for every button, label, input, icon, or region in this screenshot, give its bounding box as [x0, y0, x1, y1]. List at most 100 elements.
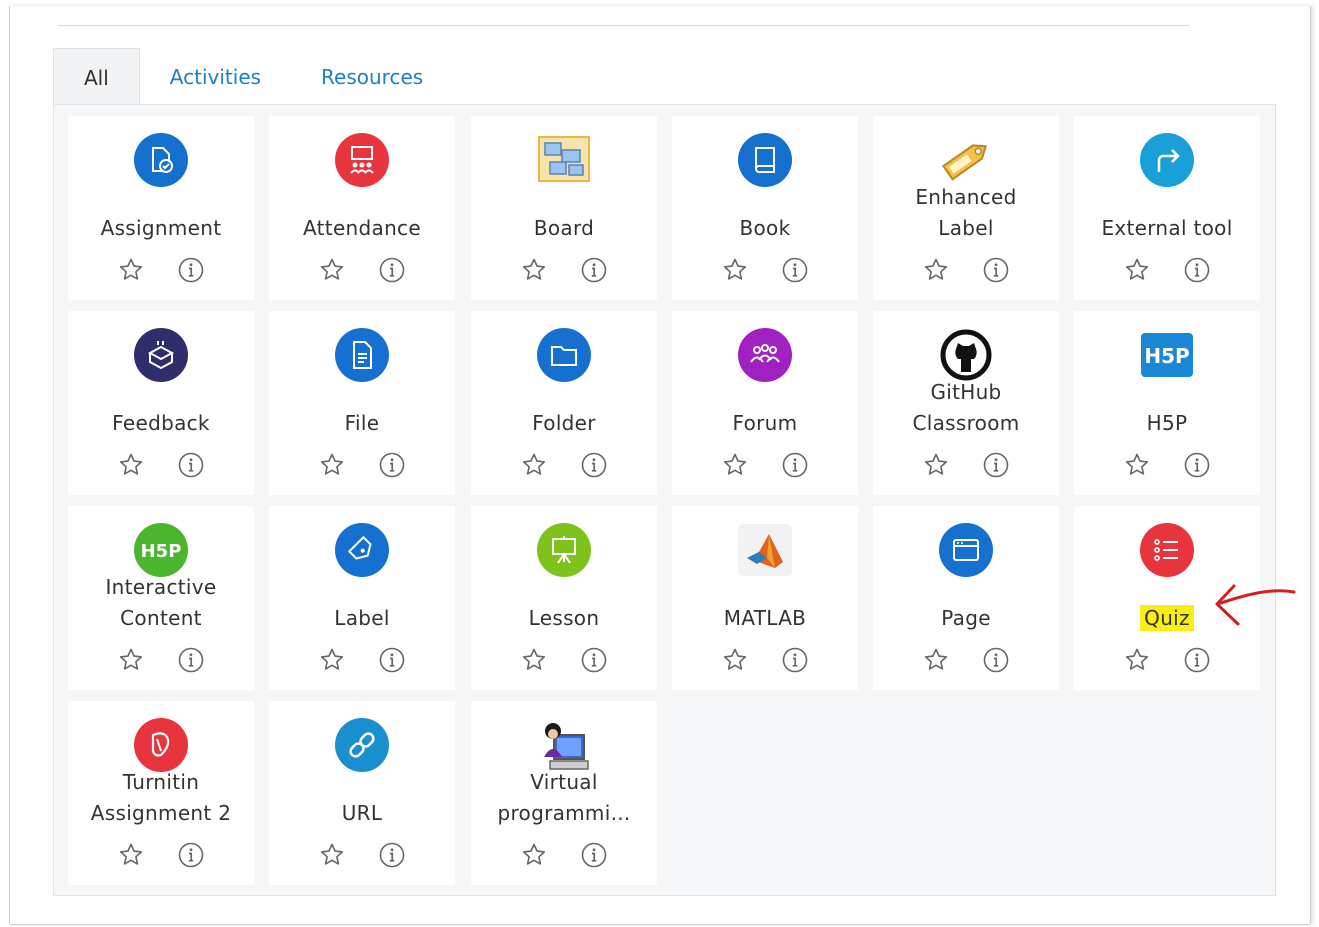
star-icon[interactable]: [521, 257, 547, 283]
activity-card[interactable]: Virtual programmi...: [471, 701, 657, 885]
star-icon[interactable]: [521, 647, 547, 673]
activity-card[interactable]: Board: [471, 116, 657, 300]
activity-card[interactable]: Folder: [471, 311, 657, 495]
info-icon[interactable]: [581, 257, 607, 283]
star-icon[interactable]: [923, 647, 949, 673]
activity-name-line1: Quiz: [1140, 605, 1194, 631]
activity-name-line1: Label: [334, 606, 390, 630]
activity-name-line2: Content: [120, 606, 202, 630]
tab-all[interactable]: All: [53, 48, 140, 105]
activity-card[interactable]: URL: [269, 701, 455, 885]
info-icon[interactable]: [782, 647, 808, 673]
info-icon[interactable]: [178, 647, 204, 673]
activity-card[interactable]: H5P H5P: [1074, 311, 1260, 495]
github-icon: [938, 327, 994, 383]
activity-card[interactable]: Page: [873, 506, 1059, 690]
info-icon[interactable]: [1184, 647, 1210, 673]
info-icon[interactable]: [178, 452, 204, 478]
card-actions: [269, 257, 455, 283]
enhanced-label-icon: [938, 132, 994, 188]
card-actions: [672, 647, 858, 673]
star-icon[interactable]: [722, 257, 748, 283]
card-actions: [471, 452, 657, 478]
info-icon[interactable]: [379, 842, 405, 868]
info-icon[interactable]: [581, 842, 607, 868]
activity-name: Folder: [471, 408, 657, 439]
info-icon[interactable]: [379, 647, 405, 673]
star-icon[interactable]: [1124, 452, 1150, 478]
card-actions: [1074, 257, 1260, 283]
star-icon[interactable]: [521, 452, 547, 478]
star-icon[interactable]: [118, 452, 144, 478]
activity-card[interactable]: MATLAB: [672, 506, 858, 690]
svg-text:H5P: H5P: [1144, 344, 1189, 368]
info-icon[interactable]: [178, 257, 204, 283]
activity-name-line1: Page: [941, 606, 991, 630]
star-icon[interactable]: [319, 842, 345, 868]
star-icon[interactable]: [722, 647, 748, 673]
activity-card[interactable]: File: [269, 311, 455, 495]
star-icon[interactable]: [923, 452, 949, 478]
feedback-icon: [133, 327, 189, 383]
activity-name: GitHub Classroom: [873, 377, 1059, 439]
info-icon[interactable]: [379, 452, 405, 478]
forum-icon: [737, 327, 793, 383]
star-icon[interactable]: [521, 842, 547, 868]
star-icon[interactable]: [722, 452, 748, 478]
star-icon[interactable]: [319, 647, 345, 673]
info-icon[interactable]: [178, 842, 204, 868]
tab-activities[interactable]: Activities: [140, 48, 291, 104]
info-icon[interactable]: [1184, 452, 1210, 478]
activity-card[interactable]: Attendance: [269, 116, 455, 300]
activity-name: Label: [269, 603, 455, 634]
info-icon[interactable]: [1184, 257, 1210, 283]
star-icon[interactable]: [118, 647, 144, 673]
activity-card[interactable]: Enhanced Label: [873, 116, 1059, 300]
tab-resources[interactable]: Resources: [291, 48, 453, 104]
info-icon[interactable]: [782, 452, 808, 478]
activity-name: Virtual programmi...: [471, 767, 657, 829]
activity-card[interactable]: H5P Interactive Content: [68, 506, 254, 690]
activity-name-line1: MATLAB: [723, 606, 807, 630]
activity-name: H5P: [1074, 408, 1260, 439]
star-icon[interactable]: [118, 842, 144, 868]
activity-name-line1: Book: [739, 216, 791, 240]
info-icon[interactable]: [983, 647, 1009, 673]
info-icon[interactable]: [581, 647, 607, 673]
info-icon[interactable]: [782, 257, 808, 283]
star-icon[interactable]: [319, 452, 345, 478]
star-icon[interactable]: [923, 257, 949, 283]
activity-card[interactable]: External tool: [1074, 116, 1260, 300]
info-icon[interactable]: [379, 257, 405, 283]
activity-name-line1: URL: [341, 801, 383, 825]
activity-card[interactable]: GitHub Classroom: [873, 311, 1059, 495]
quiz-icon: [1139, 522, 1195, 578]
activity-card[interactable]: Turnitin Assignment 2: [68, 701, 254, 885]
activity-name-line1: Attendance: [303, 216, 421, 240]
star-icon[interactable]: [1124, 257, 1150, 283]
card-actions: [1074, 452, 1260, 478]
activity-card[interactable]: Forum: [672, 311, 858, 495]
info-icon[interactable]: [983, 452, 1009, 478]
activity-card[interactable]: Feedback: [68, 311, 254, 495]
info-icon[interactable]: [581, 452, 607, 478]
card-actions: [471, 842, 657, 868]
activity-name: Forum: [672, 408, 858, 439]
activity-name-line1: Enhanced: [915, 185, 1017, 209]
star-icon[interactable]: [319, 257, 345, 283]
star-icon[interactable]: [118, 257, 144, 283]
activity-card[interactable]: Label: [269, 506, 455, 690]
activity-card[interactable]: Lesson: [471, 506, 657, 690]
page-icon: [938, 522, 994, 578]
activity-card[interactable]: Book: [672, 116, 858, 300]
activity-card[interactable]: Assignment: [68, 116, 254, 300]
activity-name: Interactive Content: [68, 572, 254, 634]
card-actions: [873, 647, 1059, 673]
star-icon[interactable]: [1124, 647, 1150, 673]
activity-name: Board: [471, 213, 657, 244]
activity-name: Feedback: [68, 408, 254, 439]
turnitin-icon: [133, 717, 189, 773]
activity-name-line1: GitHub: [930, 380, 1002, 404]
activity-name: Lesson: [471, 603, 657, 634]
info-icon[interactable]: [983, 257, 1009, 283]
